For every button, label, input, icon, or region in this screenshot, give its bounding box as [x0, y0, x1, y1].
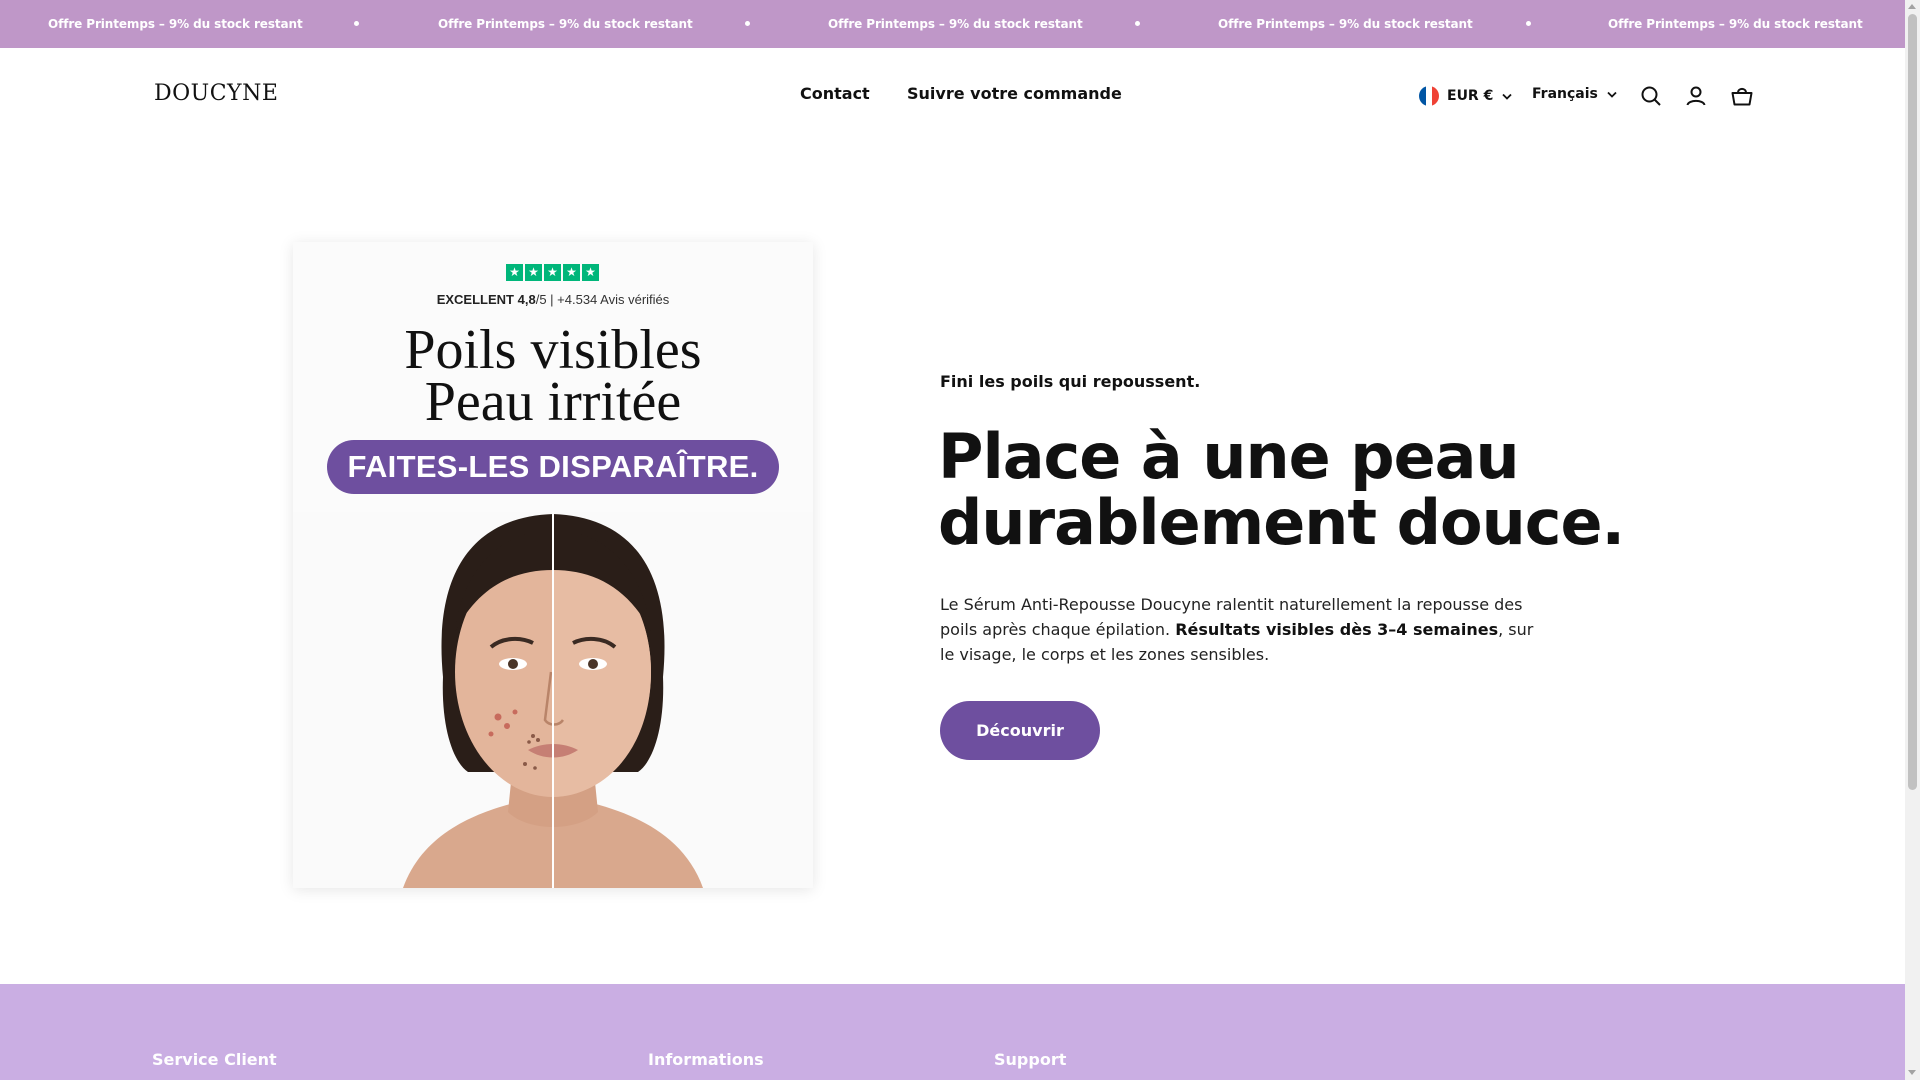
hero-title: Place à une peau durablement douce.: [938, 424, 1625, 559]
hero-description-highlight: Résultats visibles dès 3–4 semaines: [1175, 620, 1499, 639]
site-footer: Service Client Informations Support: [0, 984, 1905, 1080]
hero-title-line1: Place à une peau: [938, 420, 1520, 493]
announcement-text: Offre Printemps – 9% du stock restant: [828, 17, 1083, 31]
star-icon: ★: [506, 264, 523, 281]
account-icon[interactable]: [1684, 84, 1708, 108]
image-headline-line1: Poils visibles: [404, 319, 702, 381]
footer-heading-service-client: Service Client: [152, 1050, 277, 1069]
rating-value: 4,8: [517, 292, 536, 307]
hero-description: Le Sérum Anti-Repousse Doucyne ralentit …: [940, 592, 1540, 667]
hero-title-line2: durablement douce.: [938, 486, 1625, 559]
currency-selector[interactable]: EUR €: [1419, 86, 1512, 106]
announcement-text: Offre Printemps – 9% du stock restant: [1218, 17, 1473, 31]
currency-label: EUR €: [1447, 88, 1494, 104]
announcement-text: Offre Printemps – 9% du stock restant: [1608, 17, 1863, 31]
rating-label: EXCELLENT: [436, 292, 514, 307]
search-icon[interactable]: [1639, 84, 1663, 108]
footer-heading-support: Support: [994, 1050, 1067, 1069]
announcement-bar: Offre Printemps – 9% du stock restant Of…: [0, 0, 1905, 48]
language-selector[interactable]: Français: [1532, 86, 1617, 102]
before-after-divider: [552, 512, 554, 888]
separator-dot: [354, 21, 359, 26]
scroll-up-arrow-icon[interactable]: [1908, 4, 1916, 9]
image-pill-banner: FAITES-LES DISPARAÎTRE.: [327, 440, 779, 494]
trustpilot-stars: ★ ★ ★ ★ ★: [506, 264, 599, 281]
nav-link-contact[interactable]: Contact: [800, 84, 870, 103]
announcement-text: Offre Printemps – 9% du stock restant: [438, 17, 693, 31]
separator-dot: [745, 21, 750, 26]
star-icon: ★: [544, 264, 561, 281]
image-headline-line2: Peau irritée: [424, 371, 682, 433]
hero-eyebrow: Fini les poils qui repoussent.: [940, 372, 1201, 391]
chevron-down-icon: [1502, 93, 1512, 100]
announcement-text: Offre Printemps – 9% du stock restant: [48, 17, 303, 31]
site-header: DOUCYNE Contact Suivre votre commande EU…: [0, 48, 1905, 144]
language-label: Français: [1532, 86, 1598, 102]
nav-link-track-order[interactable]: Suivre votre commande: [907, 84, 1122, 103]
rating-reviews: +4.534 Avis vérifiés: [557, 292, 670, 307]
cart-icon[interactable]: [1730, 84, 1754, 108]
discover-button[interactable]: Découvrir: [940, 701, 1100, 760]
footer-heading-informations: Informations: [648, 1050, 764, 1069]
star-icon: ★: [582, 264, 599, 281]
logo[interactable]: DOUCYNE: [154, 81, 278, 106]
star-icon: ★: [563, 264, 580, 281]
scroll-down-arrow-icon[interactable]: [1908, 1070, 1916, 1075]
scrollbar-thumb[interactable]: [1908, 14, 1917, 790]
hero-product-image: ★ ★ ★ ★ ★ EXCELLENT 4,8/5 | +4.534 Avis …: [293, 242, 813, 888]
star-icon: ★: [525, 264, 542, 281]
rating-summary: EXCELLENT 4,8/5 | +4.534 Avis vérifiés: [436, 292, 670, 307]
chevron-down-icon: [1607, 91, 1617, 98]
page-scrollbar[interactable]: [1905, 0, 1920, 1080]
separator-dot: [1526, 21, 1531, 26]
separator-dot: [1135, 21, 1140, 26]
rating-scale: /5: [535, 292, 547, 307]
france-flag-icon: [1419, 86, 1439, 106]
